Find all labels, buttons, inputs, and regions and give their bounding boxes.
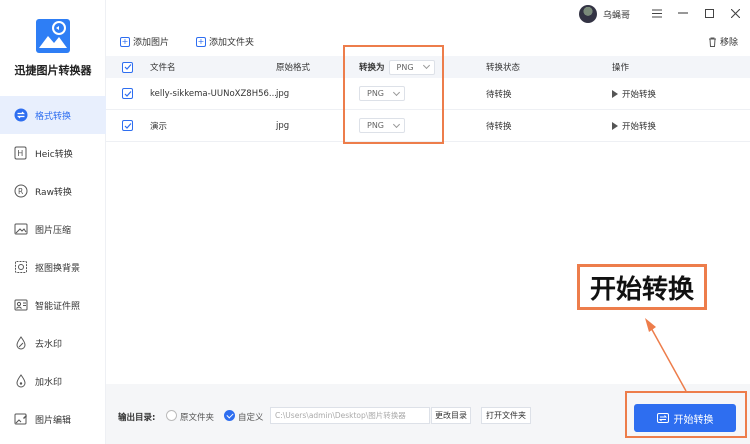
annotation-highlight-start-button	[625, 391, 747, 438]
row-status: 待转换	[486, 121, 512, 132]
row-start-label: 开始转换	[622, 121, 657, 132]
radio-source-folder[interactable]	[166, 410, 177, 421]
add-watermark-icon	[14, 374, 28, 388]
svg-text:R: R	[18, 187, 23, 196]
sidebar-item-image-edit[interactable]: 图片编辑	[0, 400, 106, 438]
sidebar-nav: 格式转换 H Heic转换 R Raw转换 图片压缩 抠图换背景 智能证件照 去…	[0, 96, 106, 438]
row-filename: kelly-sikkema-UUNoXZ8H56...	[150, 88, 278, 99]
add-folder-button[interactable]: + 添加文件夹	[196, 35, 254, 48]
close-icon[interactable]	[728, 6, 742, 20]
col-original-format: 原始格式	[276, 63, 311, 73]
sidebar-item-heic[interactable]: H Heic转换	[0, 134, 106, 172]
play-icon	[612, 121, 618, 130]
col-status: 转换状态	[486, 63, 521, 73]
select-all-checkbox[interactable]	[122, 56, 133, 78]
remove-label: 移除	[720, 38, 739, 48]
remove-watermark-icon	[14, 336, 28, 350]
cutout-icon	[14, 260, 28, 274]
row-format: jpg	[276, 88, 290, 99]
add-image-button[interactable]: + 添加图片	[120, 35, 169, 48]
open-folder-button[interactable]: 打开文件夹	[481, 407, 531, 424]
heic-icon: H	[14, 146, 28, 160]
change-dir-button[interactable]: 更改目录	[431, 407, 471, 424]
add-folder-icon: +	[196, 36, 206, 47]
row-start-button[interactable]: 开始转换	[612, 78, 656, 109]
user-info[interactable]: 乌蝇哥	[578, 5, 630, 23]
add-image-icon: +	[120, 36, 130, 47]
row-status: 待转换	[486, 89, 512, 100]
username: 乌蝇哥	[602, 10, 630, 21]
col-filename: 文件名	[150, 63, 176, 73]
title-bar: 乌蝇哥	[106, 0, 750, 28]
row-filename: 演示	[150, 121, 168, 132]
radio-source-folder-label: 原文件夹	[180, 413, 215, 423]
row-start-button[interactable]: 开始转换	[612, 110, 656, 141]
app-logo-icon	[36, 19, 70, 53]
output-dir-label: 输出目录:	[118, 413, 156, 423]
add-folder-label: 添加文件夹	[209, 38, 255, 48]
row-checkbox[interactable]	[122, 110, 133, 141]
avatar[interactable]	[578, 5, 597, 23]
sidebar-item-label: 图片压缩	[35, 225, 72, 236]
sidebar-item-raw[interactable]: R Raw转换	[0, 172, 106, 210]
row-checkbox[interactable]	[122, 78, 133, 109]
radio-custom[interactable]	[224, 410, 235, 421]
minimize-icon[interactable]	[676, 6, 690, 20]
remove-button[interactable]: 移除	[708, 35, 738, 48]
play-icon	[612, 89, 618, 98]
annotation-callout: 开始转换	[577, 264, 707, 310]
row-start-label: 开始转换	[622, 89, 657, 100]
sidebar: 迅捷图片转换器 格式转换 H Heic转换 R Raw转换 图片压缩 抠图换背景…	[0, 0, 106, 444]
sidebar-item-label: 格式转换	[35, 111, 72, 122]
sidebar-item-label: 图片编辑	[35, 415, 72, 426]
sidebar-item-label: Heic转换	[35, 149, 73, 160]
sidebar-item-format-convert[interactable]: 格式转换	[0, 96, 106, 134]
svg-text:H: H	[17, 149, 23, 158]
sidebar-item-remove-watermark[interactable]: 去水印	[0, 324, 106, 362]
radio-custom-label: 自定义	[238, 413, 264, 423]
compress-icon	[14, 222, 28, 236]
output-path-input[interactable]: C:\Users\admin\Desktop\图片转换器	[270, 407, 430, 424]
col-action: 操作	[612, 63, 630, 73]
sidebar-item-label: 抠图换背景	[35, 263, 81, 274]
id-photo-icon	[14, 298, 28, 312]
menu-icon[interactable]	[650, 6, 664, 20]
image-edit-icon	[14, 412, 28, 426]
row-format: jpg	[276, 120, 290, 131]
sidebar-item-add-watermark[interactable]: 加水印	[0, 362, 106, 400]
sidebar-item-label: 加水印	[35, 377, 63, 388]
sidebar-item-compress[interactable]: 图片压缩	[0, 210, 106, 248]
maximize-icon[interactable]	[702, 6, 716, 20]
annotation-highlight-format-column	[343, 45, 444, 144]
trash-icon	[708, 37, 717, 47]
raw-icon: R	[14, 184, 28, 198]
app-title: 迅捷图片转换器	[14, 64, 92, 77]
sidebar-item-label: 智能证件照	[35, 301, 81, 312]
sidebar-item-id-photo[interactable]: 智能证件照	[0, 286, 106, 324]
add-image-label: 添加图片	[133, 38, 170, 48]
sidebar-item-cutout[interactable]: 抠图换背景	[0, 248, 106, 286]
sidebar-item-label: Raw转换	[35, 187, 72, 198]
sidebar-item-label: 去水印	[35, 339, 63, 350]
format-convert-icon	[14, 108, 28, 122]
